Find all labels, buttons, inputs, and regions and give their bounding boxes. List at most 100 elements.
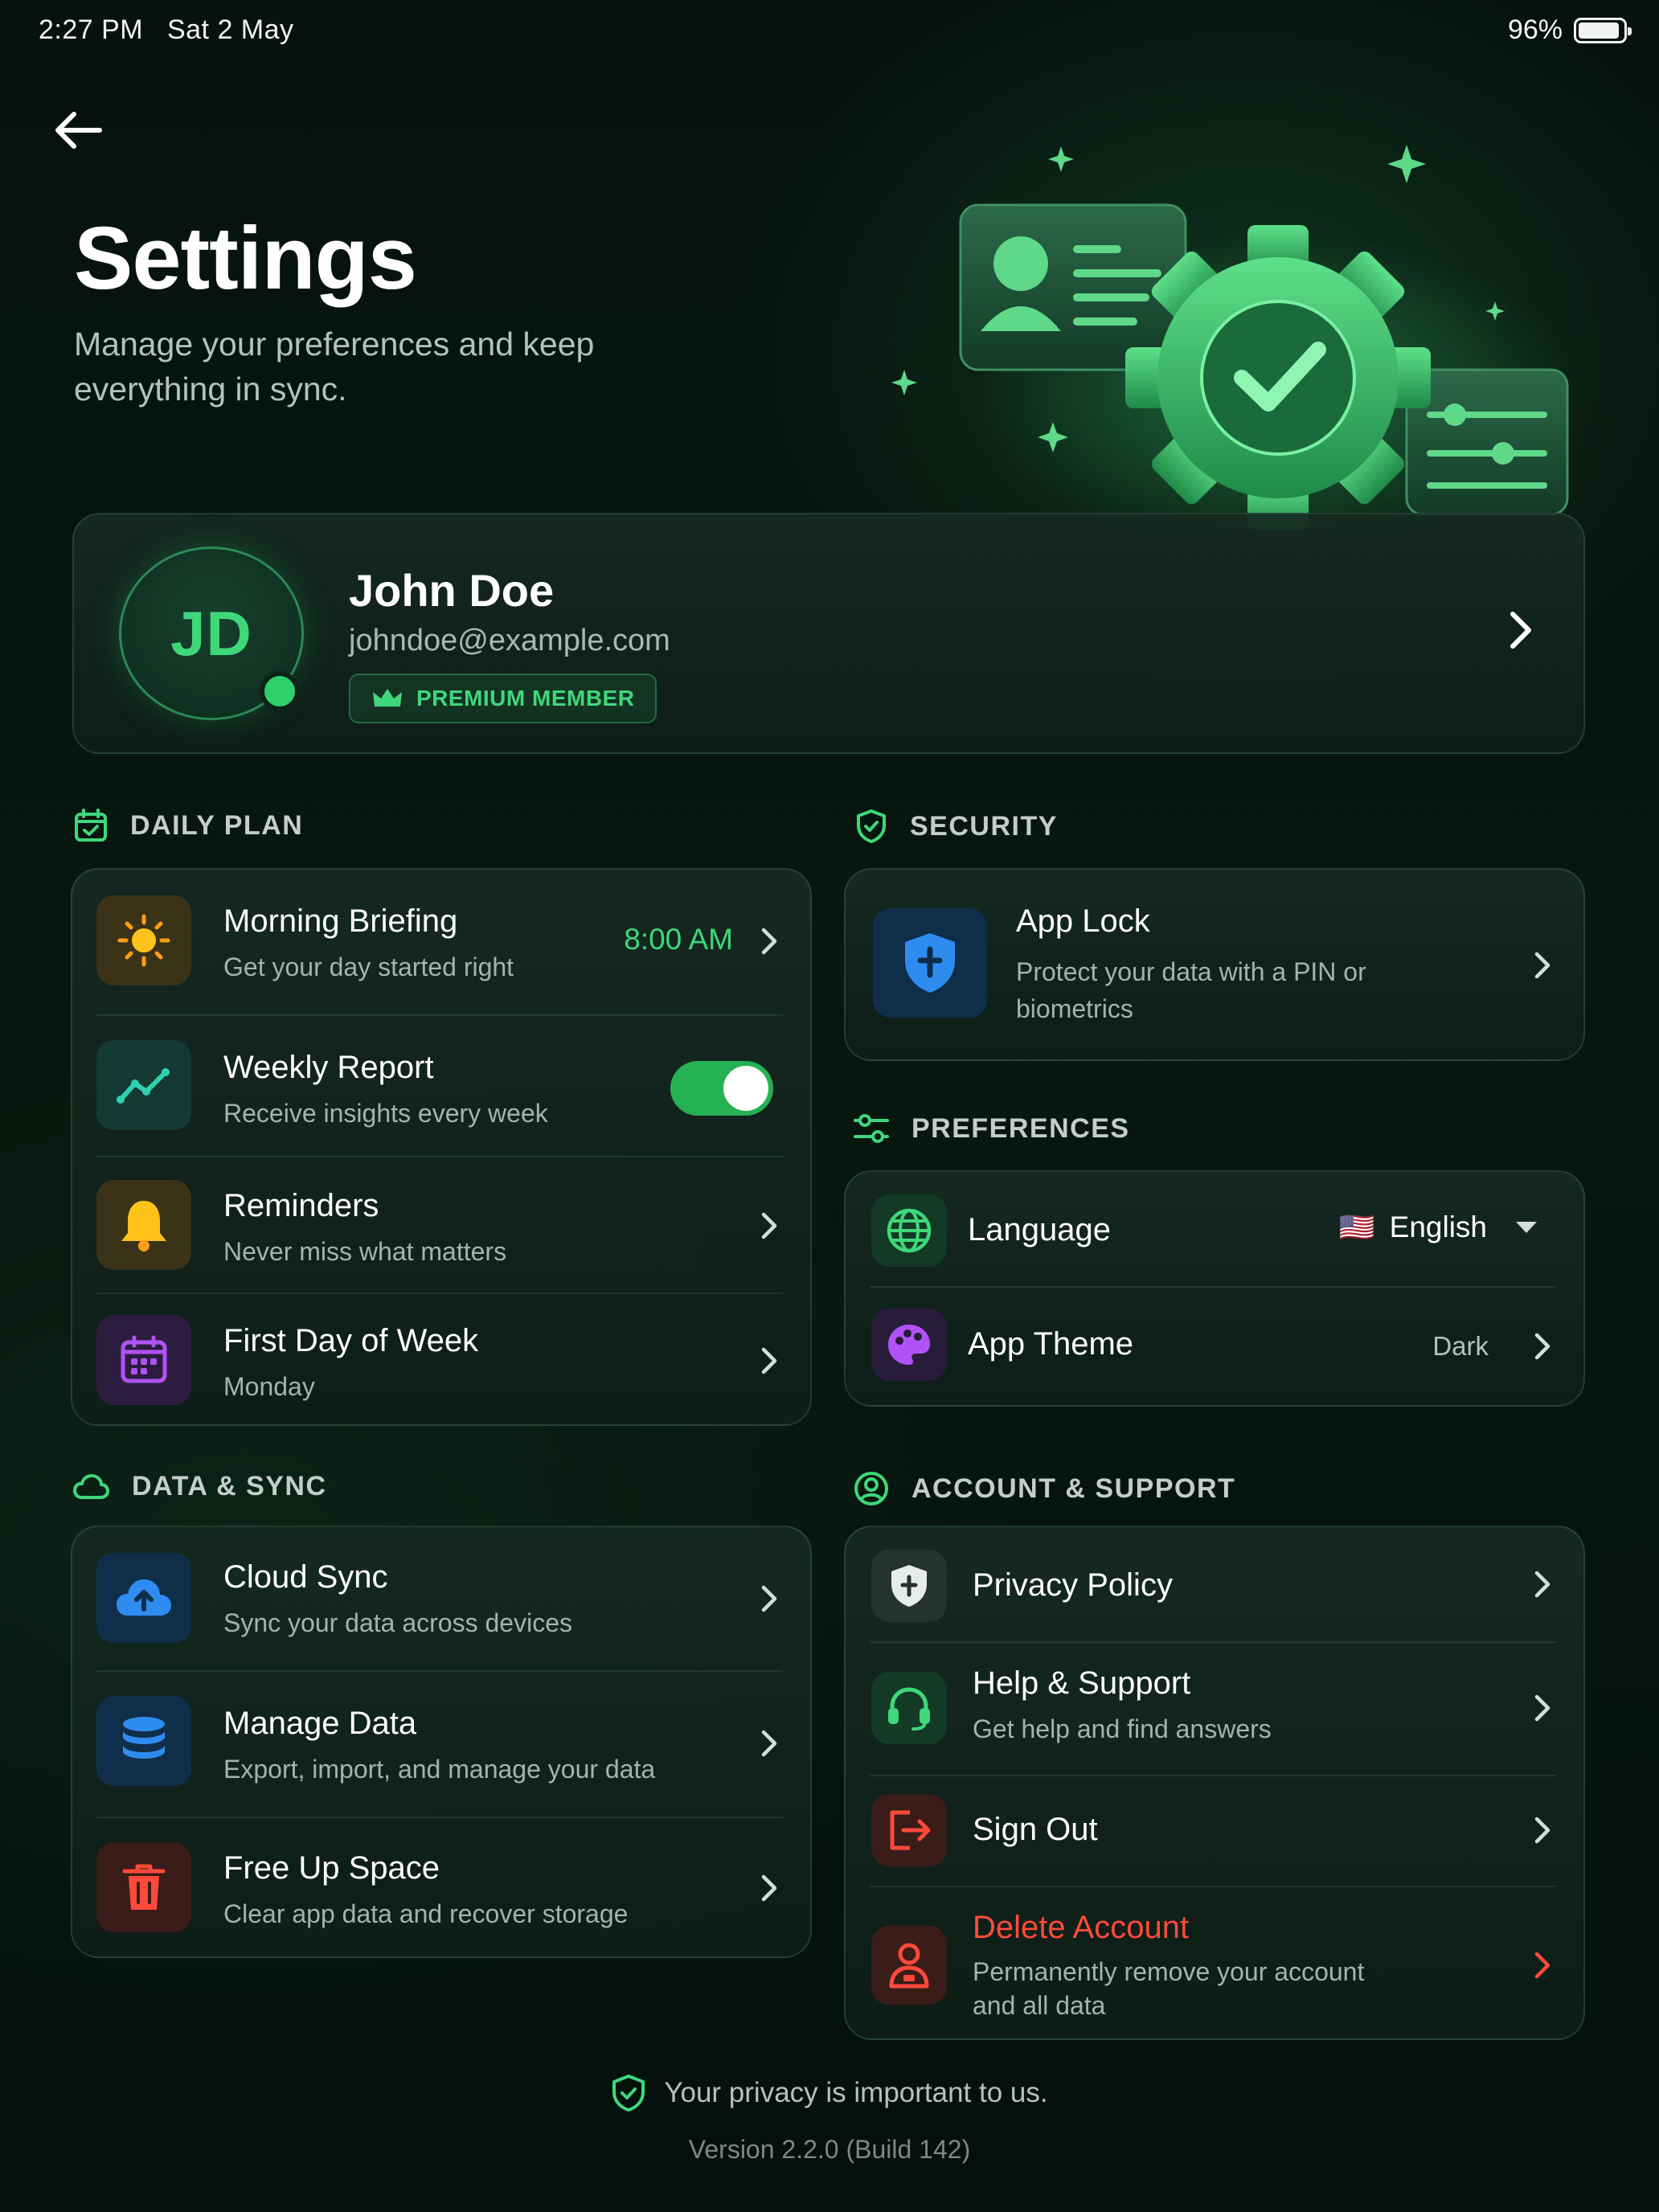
section-header-daily-plan: DAILY PLAN <box>74 809 303 842</box>
section-label: PREFERENCES <box>911 1112 1130 1144</box>
status-time: 2:27 PM Sat 2 May <box>39 14 294 46</box>
data-sync-card: Cloud Sync Sync your data across devices… <box>71 1526 812 1958</box>
chevron-down-icon <box>1516 1222 1537 1233</box>
chevron-right-icon <box>1534 1571 1550 1598</box>
row-reminders[interactable]: Reminders Never miss what matters <box>72 1157 810 1292</box>
status-date: Sat 2 May <box>166 14 294 45</box>
chevron-right-icon <box>761 1874 777 1902</box>
section-header-preferences: PREFERENCES <box>854 1112 1130 1145</box>
weekly-report-toggle[interactable] <box>670 1061 773 1116</box>
row-icon-box <box>871 1309 947 1381</box>
trash-icon <box>122 1864 166 1910</box>
row-title: Language <box>968 1212 1111 1247</box>
row-title: Sign Out <box>973 1812 1098 1847</box>
row-sign-out[interactable]: Sign Out <box>846 1776 1583 1886</box>
us-flag-icon: 🇺🇸 <box>1338 1210 1375 1243</box>
row-icon-box <box>96 1180 191 1270</box>
row-subtitle: Never miss what matters <box>223 1237 507 1266</box>
premium-badge-label: PREMIUM MEMBER <box>416 686 635 711</box>
row-title: Cloud Sync <box>223 1559 388 1595</box>
palette-icon <box>888 1325 930 1365</box>
row-language[interactable]: Language 🇺🇸 English <box>846 1172 1583 1286</box>
row-icon-box <box>96 1040 191 1130</box>
row-morning-briefing[interactable]: Morning Briefing Get your day started ri… <box>72 870 810 1014</box>
online-status-dot <box>260 671 300 711</box>
row-subtitle: Sync your data across devices <box>223 1608 572 1637</box>
battery-percent: 96% <box>1507 14 1563 45</box>
chevron-right-icon <box>1534 1333 1550 1360</box>
profile-card[interactable]: JD John Doe johndoe@example.com PREMIUM … <box>72 513 1585 754</box>
section-label: SECURITY <box>910 810 1058 842</box>
settings-illustration <box>891 145 1583 530</box>
arrow-left-icon <box>55 112 102 149</box>
headset-icon <box>888 1687 930 1731</box>
row-subtitle: Monday <box>223 1372 315 1401</box>
row-app-theme[interactable]: App Theme Dark <box>846 1288 1583 1408</box>
globe-icon <box>887 1208 932 1253</box>
row-title: Reminders <box>223 1188 379 1223</box>
row-title: Delete Account <box>973 1910 1190 1945</box>
row-icon-box <box>96 1696 191 1786</box>
row-icon-box <box>96 1553 191 1643</box>
page-subtitle: Manage your preferences and keep everyth… <box>74 326 595 408</box>
section-header-security: SECURITY <box>855 809 1058 844</box>
row-manage-data[interactable]: Manage Data Export, import, and manage y… <box>72 1672 810 1817</box>
cloud-upload-icon <box>117 1579 171 1616</box>
sign-out-icon <box>890 1810 931 1850</box>
chevron-right-icon <box>761 928 777 955</box>
row-title: Privacy Policy <box>973 1567 1173 1603</box>
row-icon-box <box>871 1794 947 1866</box>
shield-check-icon <box>857 809 886 843</box>
row-weekly-report[interactable]: Weekly Report Receive insights every wee… <box>72 1016 810 1156</box>
section-header-account-support: ACCOUNT & SUPPORT <box>854 1471 1235 1506</box>
bell-icon <box>121 1201 166 1251</box>
avatar: JD <box>119 547 304 720</box>
row-help-support[interactable]: Help & Support Get help and find answers <box>846 1643 1583 1775</box>
profile-email: johndoe@example.com <box>349 624 670 657</box>
morning-briefing-time: 8:00 AM <box>624 923 733 956</box>
daily-plan-card: Morning Briefing Get your day started ri… <box>71 868 812 1426</box>
section-header-data-sync: DATA & SYNC <box>72 1471 327 1502</box>
row-title: Morning Briefing <box>223 903 458 939</box>
section-label: ACCOUNT & SUPPORT <box>911 1473 1236 1504</box>
profile-name: John Doe <box>349 565 555 616</box>
row-subtitle: Get help and find answers <box>973 1714 1272 1743</box>
row-subtitle: Clear app data and recover storage <box>223 1899 629 1928</box>
chevron-right-icon <box>1534 1694 1550 1722</box>
row-icon-box <box>871 1672 947 1744</box>
row-free-up-space[interactable]: Free Up Space Clear app data and recover… <box>72 1818 810 1960</box>
status-clock: 2:27 PM <box>39 14 144 45</box>
chevron-right-icon <box>1534 1817 1550 1844</box>
back-button[interactable] <box>48 101 106 159</box>
chevron-right-icon <box>761 1347 777 1374</box>
row-delete-account[interactable]: Delete Account Permanently remove your a… <box>846 1887 1583 2042</box>
row-icon-box <box>96 1315 191 1405</box>
status-battery-group: 96% <box>1507 14 1632 46</box>
row-subtitle: Export, import, and manage your data <box>223 1755 656 1784</box>
row-icon-box <box>871 1550 947 1622</box>
language-select[interactable]: 🇺🇸 English <box>1339 1210 1538 1244</box>
row-cloud-sync[interactable]: Cloud Sync Sync your data across devices <box>72 1527 810 1670</box>
row-title: Free Up Space <box>223 1850 440 1886</box>
crown-icon <box>373 689 402 707</box>
row-app-lock[interactable]: App Lock Protect your data with a PIN or… <box>846 870 1583 1063</box>
sliders-icon <box>854 1114 889 1143</box>
chevron-right-icon <box>761 1585 777 1612</box>
footer-privacy-text: Your privacy is important to us. <box>664 2077 1048 2108</box>
footer-privacy-note: Your privacy is important to us. <box>0 2074 1659 2112</box>
row-icon-box <box>873 908 987 1018</box>
row-subtitle: Get your day started right <box>223 952 514 981</box>
chevron-right-icon <box>761 1212 777 1239</box>
security-card: App Lock Protect your data with a PIN or… <box>844 868 1585 1061</box>
section-label: DAILY PLAN <box>130 809 304 841</box>
row-icon-box <box>871 1926 947 2005</box>
privacy-shield-icon <box>891 1565 927 1607</box>
user-circle-icon <box>854 1472 888 1505</box>
calendar-icon <box>121 1335 167 1383</box>
row-privacy-policy[interactable]: Privacy Policy <box>846 1527 1583 1641</box>
row-subtitle: Protect your data with a PIN or biometri… <box>1016 957 1366 1023</box>
battery-icon <box>1574 17 1632 43</box>
row-first-day-of-week[interactable]: First Day of Week Monday <box>72 1294 810 1428</box>
sun-icon <box>117 914 170 967</box>
row-title: Weekly Report <box>223 1050 434 1085</box>
